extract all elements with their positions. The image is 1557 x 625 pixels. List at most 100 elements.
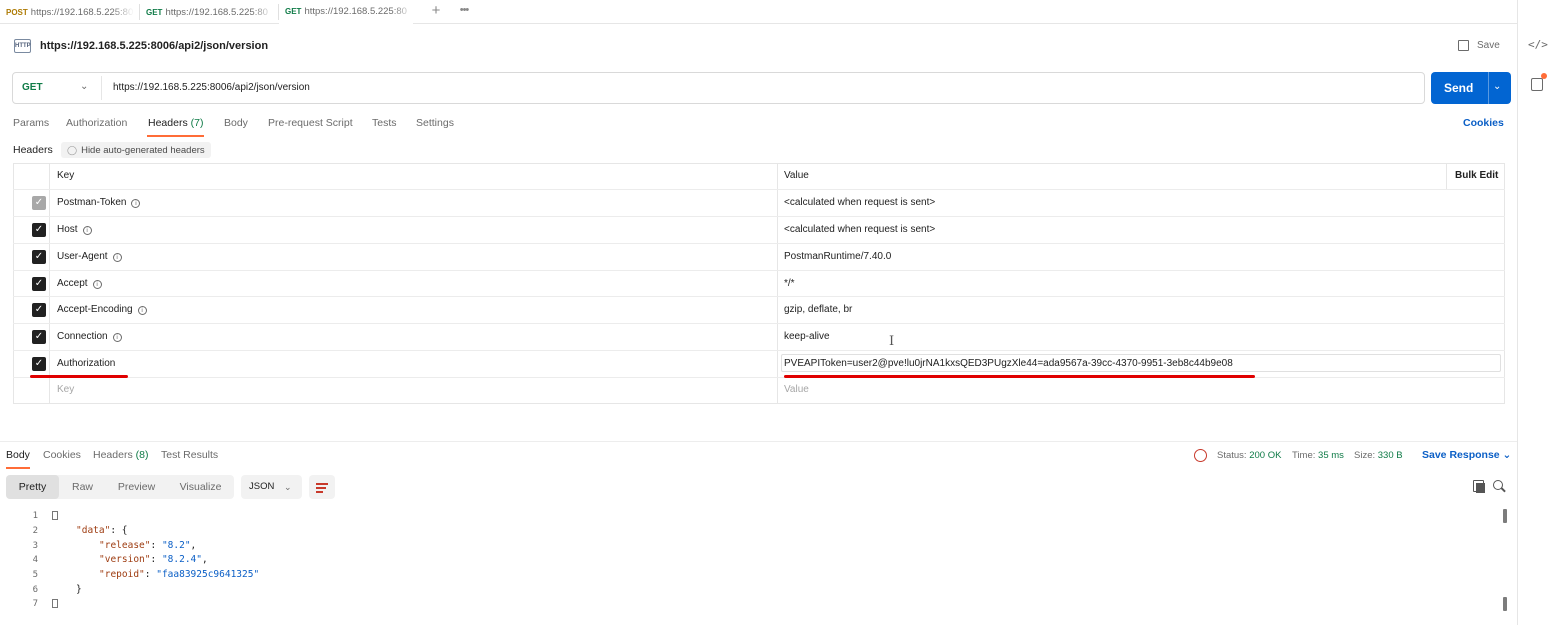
table-row-key[interactable]: Authorization	[57, 358, 115, 369]
view-mode-visualize[interactable]: Visualize	[167, 475, 234, 499]
header-value-text[interactable]: <calculated when request is sent>	[784, 197, 935, 208]
new-key-input[interactable]: Key	[57, 384, 74, 395]
column-header-value: Value	[784, 170, 809, 181]
info-icon[interactable]: i	[112, 253, 122, 262]
table-row-key[interactable]: Postman-Token i	[57, 197, 141, 208]
tab-fade	[392, 1, 414, 23]
search-icon-handle	[1501, 487, 1506, 493]
size-label: Size:	[1354, 450, 1376, 461]
row-checkbox[interactable]: ✓	[32, 303, 46, 317]
header-value-text[interactable]: PostmanRuntime/7.40.0	[784, 251, 891, 262]
size-readout[interactable]: Size: 330 B	[1354, 450, 1403, 461]
hide-auto-generated-button[interactable]: ◯ Hide auto-generated headers	[61, 142, 211, 158]
send-button-label[interactable]: Send	[1444, 81, 1473, 95]
row-divider	[13, 377, 1505, 378]
wrap-icon	[316, 491, 323, 493]
network-globe-icon[interactable]	[1194, 449, 1207, 462]
info-panel-icon[interactable]	[1531, 78, 1543, 91]
new-tab-plus-icon[interactable]: +	[428, 2, 444, 20]
response-tab-cookies[interactable]: Cookies	[43, 449, 81, 461]
tab-settings[interactable]: Settings	[416, 117, 454, 129]
cookies-link[interactable]: Cookies	[1463, 117, 1504, 129]
view-mode-pretty[interactable]: Pretty	[6, 475, 59, 499]
response-divider	[0, 441, 1517, 442]
chevron-down-icon: ⌄	[1502, 449, 1512, 461]
active-tab-indicator	[147, 135, 204, 137]
column-divider	[777, 163, 778, 404]
save-response-label: Save Response	[1422, 449, 1500, 461]
row-divider	[13, 243, 1505, 244]
save-icon[interactable]	[1458, 40, 1469, 51]
table-row-key[interactable]: User-Agent i	[57, 251, 122, 262]
header-value-text[interactable]: gzip, deflate, br	[784, 304, 852, 315]
chevron-down-icon: ⌄	[284, 482, 292, 492]
bulk-edit-button[interactable]: Bulk Edit	[1455, 170, 1498, 181]
tab-params[interactable]: Params	[13, 117, 49, 129]
info-icon[interactable]: i	[137, 306, 147, 315]
response-tab-headers-label: Headers	[93, 449, 133, 461]
json-value: "faa83925c9641325"	[156, 569, 260, 580]
header-value-text[interactable]: <calculated when request is sent>	[784, 224, 935, 235]
info-icon[interactable]: i	[131, 199, 141, 208]
row-checkbox[interactable]: ✓	[32, 250, 46, 264]
line-number: 1	[32, 511, 38, 521]
table-row-key[interactable]: Accept i	[57, 278, 102, 289]
response-tab-body[interactable]: Body	[6, 449, 30, 461]
view-mode-raw[interactable]: Raw	[59, 475, 106, 499]
response-tab-headers[interactable]: Headers (8)	[93, 449, 148, 461]
table-row-key[interactable]: Host i	[57, 224, 92, 235]
header-key-text: Postman-Token	[57, 197, 127, 208]
status-label: Status:	[1217, 450, 1247, 461]
new-value-input[interactable]: Value	[784, 384, 809, 395]
header-key-text: Accept-Encoding	[57, 304, 133, 315]
scrollbar-thumb[interactable]	[1503, 509, 1507, 523]
method-select[interactable]: GET	[22, 82, 43, 93]
format-select[interactable]: JSON ⌄	[241, 475, 302, 499]
brace-fold-marker[interactable]	[52, 511, 58, 520]
json-key: "repoid"	[99, 569, 145, 580]
view-mode-preview[interactable]: Preview	[106, 475, 167, 499]
row-checkbox[interactable]: ✓	[32, 277, 46, 291]
json-key: "version"	[99, 554, 151, 565]
more-tabs-icon[interactable]: •••	[456, 5, 472, 17]
send-options-chevron-icon[interactable]: ⌄	[1493, 81, 1501, 92]
column-divider	[1446, 163, 1447, 190]
url-input[interactable]: https://192.168.5.225:8006/api2/json/ver…	[113, 82, 310, 93]
notification-dot	[1541, 73, 1547, 79]
code-line: "release": "8.2",	[99, 540, 197, 551]
table-row-key[interactable]: Connection i	[57, 331, 122, 342]
tab-body[interactable]: Body	[224, 117, 248, 129]
save-response-button[interactable]: Save Response ⌄	[1422, 449, 1511, 461]
tab-tests[interactable]: Tests	[372, 117, 397, 129]
json-value: "8.2"	[161, 540, 191, 551]
code-snippet-icon[interactable]: </>	[1528, 38, 1548, 54]
line-number: 7	[32, 599, 38, 609]
json-key: "release"	[99, 540, 151, 551]
info-icon[interactable]: i	[92, 280, 102, 289]
header-value-text[interactable]: */*	[784, 278, 795, 289]
status-readout[interactable]: Status: 200 OK	[1217, 450, 1281, 461]
row-checkbox[interactable]: ✓	[32, 330, 46, 344]
row-divider	[13, 323, 1505, 324]
authorization-value-text[interactable]: PVEAPIToken=user2@pve!lu0jrNA1kxsQED3PUg…	[784, 358, 1233, 369]
tab-authorization[interactable]: Authorization	[66, 117, 127, 129]
chevron-down-icon[interactable]: ⌄	[80, 81, 88, 92]
send-divider	[1488, 72, 1489, 104]
tab-headers[interactable]: Headers (7)	[148, 117, 203, 129]
info-icon[interactable]: i	[82, 226, 92, 235]
response-tab-test-results[interactable]: Test Results	[161, 449, 218, 461]
save-button[interactable]: Save	[1477, 40, 1500, 51]
row-checkbox[interactable]: ✓	[32, 196, 46, 210]
tab-fade	[252, 1, 274, 23]
table-row-key[interactable]: Accept-Encoding i	[57, 304, 147, 315]
header-value-text[interactable]: keep-alive	[784, 331, 830, 342]
request-title[interactable]: https://192.168.5.225:8006/api2/json/ver…	[40, 40, 268, 52]
info-icon[interactable]: i	[112, 333, 122, 342]
scrollbar-thumb[interactable]	[1503, 597, 1507, 611]
line-number: 5	[32, 570, 38, 580]
row-checkbox[interactable]: ✓	[32, 223, 46, 237]
tab-pre-request-script[interactable]: Pre-request Script	[268, 117, 353, 129]
brace-fold-marker[interactable]	[52, 599, 58, 608]
row-checkbox[interactable]: ✓	[32, 357, 46, 371]
time-readout[interactable]: Time: 35 ms	[1292, 450, 1344, 461]
